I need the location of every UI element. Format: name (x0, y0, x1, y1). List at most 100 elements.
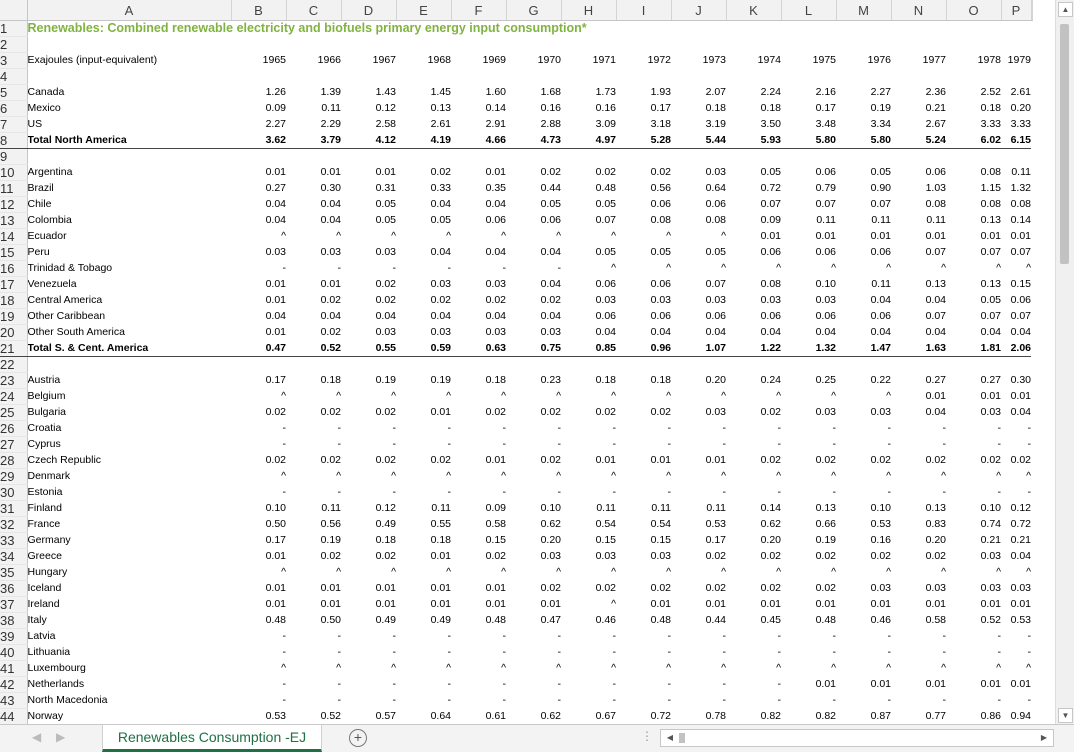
value-cell[interactable]: 0.30 (1001, 373, 1031, 389)
value-cell[interactable]: 0.54 (561, 517, 616, 533)
value-cell[interactable]: 0.08 (946, 165, 1001, 181)
value-cell[interactable]: 0.08 (946, 197, 1001, 213)
value-cell[interactable]: 0.04 (451, 197, 506, 213)
value-cell[interactable]: - (506, 629, 562, 645)
value-cell[interactable]: - (451, 437, 507, 453)
value-cell[interactable]: - (726, 645, 782, 661)
country-label[interactable]: Other South America (27, 325, 231, 341)
value-cell[interactable]: 0.02 (451, 293, 506, 309)
value-cell[interactable]: 0.01 (1001, 597, 1031, 613)
country-label[interactable]: Finland (27, 501, 231, 517)
value-cell[interactable]: - (396, 421, 452, 437)
value-cell[interactable]: 0.24 (726, 373, 781, 389)
value-cell[interactable]: - (286, 261, 342, 277)
value-cell[interactable]: 2.16 (781, 85, 836, 101)
table-cell[interactable] (561, 37, 616, 53)
value-cell[interactable]: 0.01 (396, 581, 451, 597)
value-cell[interactable]: 0.03 (341, 325, 396, 341)
value-cell[interactable]: - (836, 629, 892, 645)
vertical-scroll-thumb[interactable] (1060, 24, 1069, 264)
value-cell[interactable]: ^ (891, 565, 946, 581)
country-label[interactable]: Luxembourg (27, 661, 231, 677)
value-cell[interactable]: 0.48 (451, 613, 506, 629)
value-cell[interactable]: 0.10 (506, 501, 561, 517)
value-cell[interactable]: ^ (671, 261, 726, 277)
value-cell[interactable]: - (671, 421, 727, 437)
value-cell[interactable]: 0.02 (286, 293, 341, 309)
value-cell[interactable]: 0.01 (1001, 677, 1031, 693)
value-cell[interactable]: 3.33 (1001, 117, 1031, 133)
value-cell[interactable]: - (726, 485, 782, 501)
value-cell[interactable]: 0.64 (671, 181, 726, 197)
row-header[interactable]: 39 (0, 628, 28, 645)
value-cell[interactable]: ^ (286, 229, 341, 245)
value-cell[interactable]: 0.03 (451, 277, 506, 293)
cell-table[interactable]: ABCDEFGHIJKLMNOP 1 Renewables: Combined r… (0, 0, 1033, 724)
value-cell[interactable]: 0.04 (286, 197, 341, 213)
row-header[interactable]: 22 (0, 356, 28, 373)
value-cell[interactable]: ^ (561, 389, 616, 405)
value-cell[interactable]: 0.20 (726, 533, 781, 549)
total-value-cell[interactable]: 4.19 (396, 132, 451, 149)
value-cell[interactable]: 2.27 (836, 85, 891, 101)
value-cell[interactable]: 2.91 (451, 117, 506, 133)
value-cell[interactable]: 0.50 (286, 613, 341, 629)
value-cell[interactable]: ^ (231, 229, 286, 245)
total-value-cell[interactable]: 5.80 (836, 132, 891, 149)
value-cell[interactable] (946, 357, 1001, 373)
total-value-cell[interactable]: 6.02 (946, 132, 1001, 149)
value-cell[interactable]: 0.54 (616, 517, 671, 533)
value-cell[interactable]: ^ (341, 469, 396, 485)
value-cell[interactable]: 0.04 (506, 245, 561, 261)
value-cell[interactable]: 0.05 (671, 245, 726, 261)
country-label[interactable]: Norway (27, 709, 231, 725)
value-cell[interactable]: 0.01 (781, 597, 836, 613)
value-cell[interactable]: ^ (1001, 261, 1031, 277)
value-cell[interactable]: - (341, 629, 397, 645)
value-cell[interactable]: ^ (451, 389, 506, 405)
total-value-cell[interactable]: 1.47 (836, 340, 891, 357)
value-cell[interactable]: 0.19 (286, 533, 341, 549)
value-cell[interactable]: 0.01 (891, 389, 946, 405)
table-cell[interactable] (341, 37, 396, 53)
value-cell[interactable]: 0.44 (671, 613, 726, 629)
value-cell[interactable]: 2.07 (671, 85, 726, 101)
value-cell[interactable]: 0.74 (946, 517, 1001, 533)
value-cell[interactable]: 0.87 (836, 709, 891, 725)
value-cell[interactable]: 0.05 (946, 293, 1001, 309)
value-cell[interactable]: - (946, 645, 1002, 661)
row-header[interactable]: 32 (0, 516, 28, 533)
value-cell[interactable]: 0.02 (341, 549, 396, 565)
value-cell[interactable]: 0.02 (891, 453, 946, 469)
value-cell[interactable]: - (561, 629, 617, 645)
scroll-right-icon[interactable]: ▶ (1037, 731, 1051, 745)
value-cell[interactable]: 0.02 (341, 453, 396, 469)
value-cell[interactable]: 0.17 (616, 101, 671, 117)
value-cell[interactable]: 0.56 (286, 517, 341, 533)
scroll-down-icon[interactable]: ▼ (1058, 708, 1073, 723)
value-cell[interactable]: 0.03 (726, 293, 781, 309)
value-cell[interactable]: 0.01 (891, 597, 946, 613)
value-cell[interactable]: 0.03 (231, 245, 286, 261)
column-header[interactable]: G (506, 0, 562, 21)
year-header-cell[interactable]: 1976 (836, 53, 891, 69)
value-cell[interactable]: 0.13 (891, 277, 946, 293)
value-cell[interactable]: 0.03 (946, 405, 1001, 421)
value-cell[interactable]: 0.03 (616, 549, 671, 565)
table-cell[interactable] (1001, 69, 1031, 85)
value-cell[interactable]: 0.01 (726, 597, 781, 613)
country-label[interactable]: Netherlands (27, 677, 231, 693)
value-cell[interactable]: 0.02 (561, 165, 616, 181)
year-header-cell[interactable]: 1977 (891, 53, 946, 69)
value-cell[interactable]: 0.31 (341, 181, 396, 197)
value-cell[interactable]: 0.04 (506, 277, 561, 293)
country-label[interactable]: Bulgaria (27, 405, 231, 421)
year-header-cell[interactable]: 1966 (286, 53, 341, 69)
value-cell[interactable]: 0.03 (946, 581, 1001, 597)
table-cell[interactable] (946, 69, 1001, 85)
value-cell[interactable]: 0.49 (341, 613, 396, 629)
value-cell[interactable]: - (341, 485, 397, 501)
total-value-cell[interactable]: 0.55 (341, 340, 396, 357)
column-header[interactable]: D (341, 0, 397, 21)
value-cell[interactable]: 0.04 (396, 245, 451, 261)
